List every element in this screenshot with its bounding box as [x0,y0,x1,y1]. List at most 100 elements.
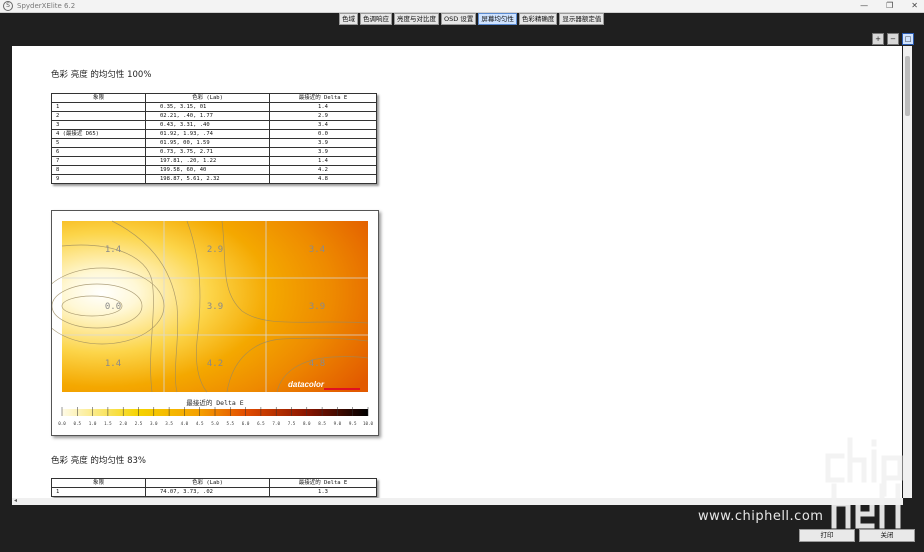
table-row: 2 02.21, .40, 1.77 2.9 [51,111,377,121]
table-row: 8 199.58, 60, 40 4.2 [51,165,377,175]
vertical-scrollbar[interactable] [903,46,912,498]
title-bar: S SpyderXElite 6.2 — ❐ ✕ [0,0,924,13]
colorbar-tick-label: 6.0 [242,421,250,426]
colorbar-tick-label: 5.5 [227,421,235,426]
column-header-quadrant: 象限 [51,93,146,103]
lab-cell: 02.21, .40, 1.77 [145,111,270,121]
delta-e-cell: 2.9 [269,111,377,121]
uniformity-heatmap: 1.4 2.9 3.4 0.0 3.9 3.9 1.4 4.2 4.8 data… [39,210,379,436]
brand-underline [324,388,360,390]
colorbar-tick-label: 3.5 [165,421,173,426]
quadrant-cell: 3 [51,120,146,130]
table-row: 5 01.95, 00, 1.59 3.9 [51,138,377,148]
colorbar-tick-label: 2.5 [135,421,143,426]
table-row: 9 198.87, 5.61, 2.32 4.8 [51,174,377,184]
legend-title: 最接近的 Delta E [186,398,243,407]
heatmap-cell-value: 0.0 [105,302,121,312]
column-header-lab: 色彩 (Lab) [145,93,270,103]
heatmap-cell-value: 3.4 [309,245,325,255]
close-button[interactable]: 关闭 [859,529,915,542]
colorbar-tick-label: 10.0 [363,421,374,426]
heatmap-cell-value: 3.9 [309,302,325,312]
quadrant-cell: 5 [51,138,146,148]
tab-color-accuracy[interactable]: 色彩精确度 [518,13,558,25]
lab-cell: 0.73, 3.75, 2.71 [145,147,270,157]
delta-e-cell: 3.9 [269,147,377,157]
tab-bar: 色域 色调响应 亮度与对比度 OSD 设置 屏幕均匀性 色彩精确度 显示器额定值 [339,13,605,25]
column-header-lab: 色彩 (Lab) [145,478,270,488]
table-row: 3 0.43, 3.31, .40 3.4 [51,120,377,130]
column-header-delta-e: 最接近的 Delta E [269,478,377,488]
column-header-quadrant: 象限 [51,478,146,488]
colorbar-tick-label: 0.5 [74,421,82,426]
section2-title: 色彩 亮度 的均匀性 83% [51,456,146,466]
heatmap-cell-value: 1.4 [105,359,121,369]
colorbar-tick-label: 1.5 [104,421,112,426]
heatmap-cell-value: 4.8 [309,359,325,369]
minimize-button[interactable]: — [860,0,868,12]
close-window-button[interactable]: ✕ [911,0,918,12]
lab-cell: 74.07, 3.73, .02 [145,487,270,497]
quadrant-cell: 6 [51,147,146,157]
table-row: 7 197.81, .20, 1.22 1.4 [51,156,377,166]
colorbar-tick-label: 6.5 [257,421,265,426]
restore-button[interactable]: ❐ [886,0,893,12]
table-row: 1 74.07, 3.73, .02 1.3 [51,487,377,497]
horizontal-scrollbar[interactable]: ◂ [12,497,903,505]
heatmap-svg: 1.4 2.9 3.4 0.0 3.9 3.9 1.4 4.2 4.8 data… [39,220,374,426]
zoom-out-icon[interactable]: − [887,33,899,45]
colorbar-tick-label: 1.0 [89,421,97,426]
lab-cell: 01.92, 1.93, .74 [145,129,270,139]
lab-cell: 0.43, 3.31, .40 [145,120,270,130]
colorbar-tick-label: 7.5 [288,421,296,426]
heatmap-cell-value: 1.4 [105,245,121,255]
delta-e-cell: 4.2 [269,165,377,175]
delta-e-cell: 3.9 [269,138,377,148]
quadrant-cell: 4 (最接近 D65) [51,129,146,139]
tab-osd-settings[interactable]: OSD 设置 [441,13,477,25]
lab-cell: 199.58, 60, 40 [145,165,270,175]
column-header-delta-e: 最接近的 Delta E [269,93,377,103]
tab-display-rating[interactable]: 显示器额定值 [559,13,605,25]
quadrant-cell: 2 [51,111,146,121]
colorbar-tick-label: 8.0 [303,421,311,426]
quadrant-cell: 7 [51,156,146,166]
colorbar-tick-label: 5.0 [211,421,219,426]
colorbar-tick-label: 8.5 [318,421,326,426]
delta-e-cell: 1.3 [269,487,377,497]
zoom-fit-icon[interactable]: □ [902,33,914,45]
heatmap-cell-value: 3.9 [207,302,223,312]
quadrant-cell: 9 [51,174,146,184]
zoom-in-icon[interactable]: + [872,33,884,45]
lab-cell: 01.95, 00, 1.59 [145,138,270,148]
table-row: 4 (最接近 D65) 01.92, 1.93, .74 0.0 [51,129,377,139]
tab-screen-uniformity[interactable]: 屏幕均匀性 [478,13,517,25]
lab-cell: 0.35, 3.15, 01 [145,102,270,112]
colorbar-tick-label: 4.0 [181,421,189,426]
lab-cell: 197.81, .20, 1.22 [145,156,270,166]
delta-e-cell: 4.8 [269,174,377,184]
delta-e-cell: 3.4 [269,120,377,130]
brand-logo: datacolor [288,380,325,389]
print-button[interactable]: 打印 [799,529,855,542]
scroll-left-arrow-icon[interactable]: ◂ [14,497,17,504]
scrollbar-thumb[interactable] [905,56,910,116]
watermark-url: www.chiphell.com [698,509,824,524]
section1-title: 色彩 亮度 的均匀性 100% [51,70,152,80]
heatmap-cell-value: 4.2 [207,359,223,369]
tab-tone-response[interactable]: 色调响应 [360,13,392,25]
quadrant-cell: 1 [51,487,146,497]
report-view: 色彩 亮度 的均匀性 100% 象限 色彩 (Lab) 最接近的 Delta E… [12,46,902,498]
colorbar-tick-label: 2.0 [119,421,127,426]
watermark-logo [825,437,903,529]
window-title: SpyderXElite 6.2 [17,2,76,10]
colorbar-tick-label: 3.0 [150,421,158,426]
uniformity-table-83: 象限 色彩 (Lab) 最接近的 Delta E 1 74.07, 3.73, .… [51,478,377,497]
table-row: 1 0.35, 3.15, 01 1.4 [51,102,377,112]
colorbar-tick-label: 0.0 [58,421,66,426]
delta-e-cell: 0.0 [269,129,377,139]
table-row: 6 0.73, 3.75, 2.71 3.9 [51,147,377,157]
tab-gamut[interactable]: 色域 [339,13,358,25]
tab-brightness-contrast[interactable]: 亮度与对比度 [394,13,439,25]
colorbar-tick-label: 9.5 [349,421,357,426]
